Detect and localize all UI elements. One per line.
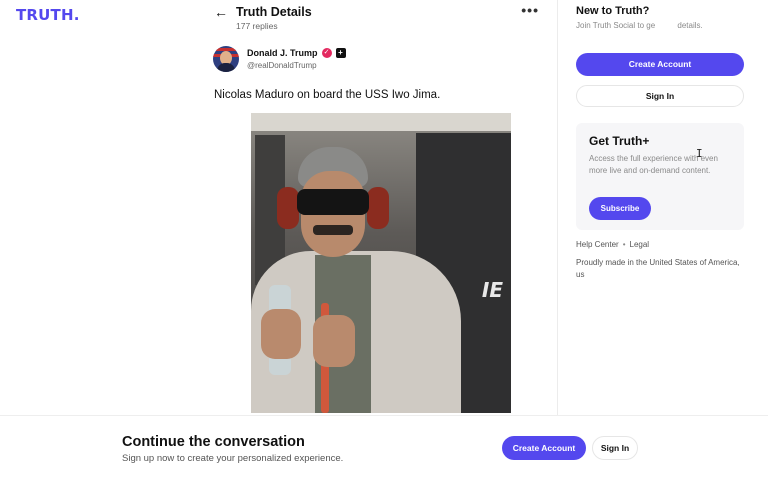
truth-plus-desc: Access the full experience with even mor… <box>589 154 718 175</box>
plus-badge-icon: + <box>335 48 346 58</box>
banner-subtitle: Sign up now to create your personalized … <box>122 453 344 464</box>
signup-banner: Continue the conversation Sign up now to… <box>0 415 768 478</box>
new-to-truth-desc: Join Truth Social to ge details. <box>576 21 703 30</box>
truth-logo[interactable]: TRUTH. <box>16 6 80 24</box>
arrow-left-icon[interactable]: ← <box>214 4 228 20</box>
replies-count: 177 replies <box>236 21 278 31</box>
detail-header: ← Truth Details 177 replies <box>214 4 312 31</box>
banner-create-account-button[interactable]: Create Account <box>502 436 586 460</box>
page-title: Truth Details <box>236 5 312 19</box>
banner-title: Continue the conversation <box>122 434 305 450</box>
divider <box>557 0 558 415</box>
sign-in-button[interactable]: Sign In <box>576 85 744 107</box>
create-account-button[interactable]: Create Account <box>576 53 744 76</box>
subscribe-button[interactable]: Subscribe <box>589 197 651 220</box>
separator: • <box>622 240 626 249</box>
avatar[interactable] <box>213 46 239 72</box>
more-horizontal-icon[interactable]: ••• <box>521 2 539 18</box>
post-author[interactable]: Donald J. Trump ✓ + @realDonaldTrump <box>213 46 346 72</box>
image-mark: IE <box>481 278 503 302</box>
footer-links: Help Center • Legal <box>576 240 649 249</box>
post-text: Nicolas Maduro on board the USS Iwo Jima… <box>214 89 441 101</box>
main-column: ← Truth Details 177 replies ••• Donald J… <box>200 0 557 415</box>
author-name[interactable]: Donald J. Trump <box>247 48 318 58</box>
author-handle[interactable]: @realDonaldTrump <box>247 61 346 70</box>
post-image[interactable]: IE <box>251 113 511 413</box>
truth-plus-card: Get Truth+ I Access the full experience … <box>576 123 744 230</box>
verified-badge-icon: ✓ <box>321 48 332 58</box>
truth-plus-title: Get Truth+ <box>589 134 650 148</box>
legal-link[interactable]: Legal <box>630 240 650 249</box>
made-in-usa-text: Proudly made in the United States of Ame… <box>576 258 740 279</box>
help-center-link[interactable]: Help Center <box>576 240 619 249</box>
banner-sign-in-button[interactable]: Sign In <box>592 436 638 460</box>
new-to-truth-title: New to Truth? <box>576 5 650 17</box>
